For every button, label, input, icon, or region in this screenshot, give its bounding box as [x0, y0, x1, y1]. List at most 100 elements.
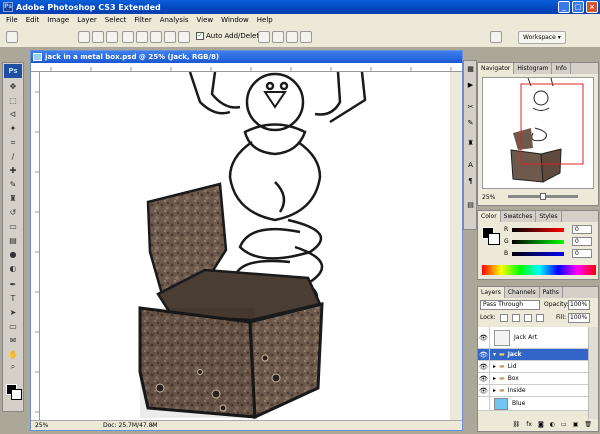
pen-tool-icon[interactable]	[6, 31, 18, 43]
blue-value[interactable]: 0	[572, 249, 592, 258]
custom-shape-icon[interactable]	[178, 31, 190, 43]
vertical-scrollbar[interactable]	[450, 72, 462, 420]
expand-triangle-icon[interactable]: ▾	[493, 351, 496, 358]
notes-tool-icon[interactable]: ✉	[7, 336, 19, 346]
magic-wand-icon[interactable]: ✦	[7, 124, 19, 134]
layer-row-blue[interactable]: Blue	[478, 396, 588, 411]
layer-row-jack-art[interactable]: 👁 Jack Art	[478, 326, 588, 349]
dodge-tool-icon[interactable]: ◐	[7, 264, 19, 274]
marquee-tool-icon[interactable]: ⬚	[7, 96, 19, 106]
character-panel-icon[interactable]: A	[466, 161, 475, 170]
layer-row-jack[interactable]: 👁 ▾ ▬ Jack	[478, 348, 588, 361]
lock-pixels-icon[interactable]	[512, 314, 520, 322]
lock-transparency-icon[interactable]	[500, 314, 508, 322]
minimize-button[interactable]: _	[558, 1, 570, 13]
layer-comps-icon[interactable]: ▤	[466, 201, 475, 210]
menu-view[interactable]: View	[193, 16, 218, 24]
paragraph-panel-icon[interactable]: ¶	[466, 177, 475, 186]
status-arrow-icon[interactable]: ▸	[151, 422, 154, 429]
path-add-icon[interactable]	[258, 31, 270, 43]
move-tool-icon[interactable]: ✥	[7, 82, 19, 92]
layer-row-box[interactable]: 👁 ▸ ▬ Box	[478, 372, 588, 385]
visibility-eye-icon[interactable]: 👁	[478, 360, 490, 373]
menu-layer[interactable]: Layer	[73, 16, 101, 24]
tab-info[interactable]: Info	[552, 63, 571, 74]
maximize-button[interactable]: □	[572, 1, 584, 13]
document-title[interactable]: jack in a metal box.psd @ 25% (Jack, RGB…	[31, 51, 462, 63]
menu-image[interactable]: Image	[43, 16, 73, 24]
paths-icon[interactable]	[92, 31, 104, 43]
checkbox-icon[interactable]: ✓	[196, 32, 204, 40]
visibility-eye-icon[interactable]: 👁	[478, 372, 490, 385]
fill-pixels-icon[interactable]	[106, 31, 118, 43]
history-brush-icon[interactable]: ↺	[7, 208, 19, 218]
color-spectrum-bar[interactable]	[482, 265, 596, 275]
menu-edit[interactable]: Edit	[22, 16, 44, 24]
layers-scrollbar[interactable]	[588, 327, 598, 419]
hand-tool-icon[interactable]: ✋	[7, 350, 19, 360]
gradient-tool-icon[interactable]: ▤	[7, 236, 19, 246]
visibility-eye-icon[interactable]: 👁	[478, 384, 490, 397]
layer-mask-icon[interactable]: ◙	[538, 421, 544, 431]
history-panel-icon[interactable]: ▦	[466, 65, 475, 74]
navigator-zoom[interactable]: 25%	[482, 194, 495, 201]
collapse-triangle-icon[interactable]: ▸	[493, 363, 496, 370]
tab-navigator[interactable]: Navigator	[478, 63, 515, 74]
visibility-eye-icon[interactable]	[478, 396, 490, 411]
navigator-slider-thumb[interactable]	[540, 193, 546, 200]
menu-filter[interactable]: Filter	[130, 16, 155, 24]
clone-source-icon[interactable]: ♜	[466, 139, 475, 148]
shape-tool-icon[interactable]: ▭	[7, 322, 19, 332]
new-layer-icon[interactable]: ▣	[573, 421, 579, 431]
zoom-tool-icon[interactable]: ⌕	[7, 362, 19, 372]
menu-window[interactable]: Window	[217, 16, 253, 24]
tab-swatches[interactable]: Swatches	[501, 211, 537, 222]
type-tool-icon[interactable]: T	[7, 294, 19, 304]
actions-panel-icon[interactable]: ▶	[466, 81, 475, 90]
path-select-icon[interactable]: ➤	[7, 308, 19, 318]
tab-layers[interactable]: Layers	[478, 287, 505, 298]
new-group-icon[interactable]: ▭	[561, 421, 567, 431]
crop-tool-icon[interactable]: ⌗	[7, 138, 19, 148]
layer-row-inside[interactable]: 👁 ▸ ▬ Inside	[478, 384, 588, 397]
zoom-field[interactable]: 25%	[35, 422, 48, 429]
delete-layer-icon[interactable]: 🗑	[584, 421, 592, 431]
path-intersect-icon[interactable]	[286, 31, 298, 43]
tab-histogram[interactable]: Histogram	[514, 63, 553, 74]
lock-position-icon[interactable]	[524, 314, 532, 322]
eyedropper-tool-icon[interactable]: ∕	[7, 152, 19, 162]
rectangle-tool-icon[interactable]	[122, 31, 134, 43]
collapse-triangle-icon[interactable]: ▸	[493, 387, 496, 394]
tool-presets-icon[interactable]: ✂	[466, 103, 475, 112]
collapse-triangle-icon[interactable]: ▸	[493, 375, 496, 382]
workspace-menu[interactable]: Workspace ▾	[518, 31, 566, 44]
tab-styles[interactable]: Styles	[536, 211, 562, 222]
blur-tool-icon[interactable]: ●	[7, 250, 19, 260]
link-layers-icon[interactable]: ⛓	[513, 421, 521, 431]
pen-tool-icon-2[interactable]: ✒	[7, 280, 19, 290]
brush-tool-icon[interactable]: ✎	[7, 180, 19, 190]
menu-file[interactable]: File	[2, 16, 22, 24]
green-slider[interactable]	[512, 240, 564, 244]
blend-mode-select[interactable]: Pass Through	[480, 300, 540, 310]
path-subtract-icon[interactable]	[272, 31, 284, 43]
opacity-input[interactable]: 100%	[568, 300, 590, 310]
canvas[interactable]	[40, 71, 462, 422]
green-value[interactable]: 0	[572, 237, 592, 246]
path-exclude-icon[interactable]	[300, 31, 312, 43]
shape-layers-icon[interactable]	[78, 31, 90, 43]
background-color-swatch[interactable]	[11, 389, 22, 400]
fill-input[interactable]: 100%	[568, 313, 590, 323]
tab-paths[interactable]: Paths	[540, 287, 563, 298]
menu-select[interactable]: Select	[101, 16, 131, 24]
auto-add-delete-option[interactable]: ✓ Auto Add/Delete	[196, 32, 263, 40]
palette-well-icon[interactable]	[490, 31, 502, 43]
blue-slider[interactable]	[512, 252, 564, 256]
healing-brush-icon[interactable]: ✚	[7, 166, 19, 176]
layer-row-lid[interactable]: 👁 ▸ ▬ Lid	[478, 360, 588, 373]
adjustment-layer-icon[interactable]: ◐	[550, 421, 555, 431]
menu-analysis[interactable]: Analysis	[156, 16, 193, 24]
lock-all-icon[interactable]	[536, 314, 544, 322]
visibility-eye-icon[interactable]: 👁	[478, 348, 490, 361]
ellipse-tool-icon[interactable]	[150, 31, 162, 43]
